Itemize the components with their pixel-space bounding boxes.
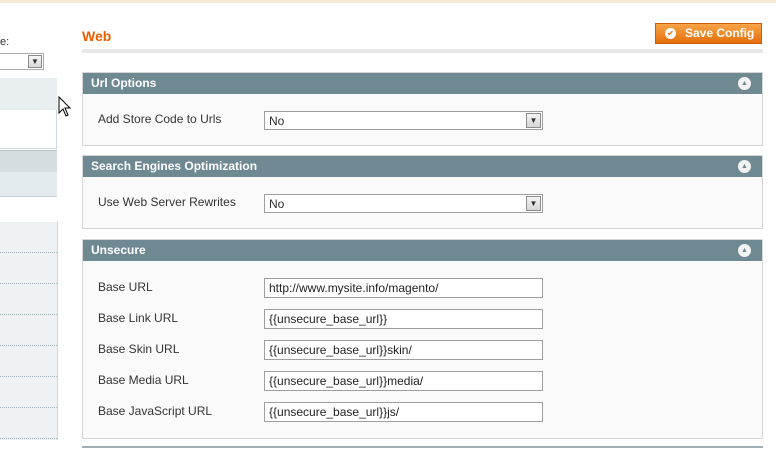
- web-server-rewrites-value: No: [269, 197, 285, 211]
- sidebar-tab[interactable]: [0, 150, 57, 173]
- save-config-button[interactable]: ✔ Save Config: [655, 23, 762, 44]
- check-icon: ✔: [665, 28, 676, 39]
- section-header-seo[interactable]: Search Engines Optimization ▲: [83, 156, 762, 177]
- chevron-down-icon: ▼: [526, 113, 541, 128]
- sidebar-item[interactable]: [0, 253, 57, 284]
- add-store-code-label: Add Store Code to Urls: [98, 112, 222, 126]
- sidebar-item[interactable]: [0, 222, 57, 253]
- sidebar-item[interactable]: [0, 346, 57, 377]
- sidebar-item[interactable]: [0, 284, 57, 315]
- base-url-label: Base URL: [98, 280, 153, 294]
- base-javascript-url-input[interactable]: [264, 402, 543, 422]
- collapse-icon[interactable]: ▲: [738, 77, 751, 90]
- chevron-down-icon: ▼: [28, 55, 42, 68]
- section-title: Url Options: [91, 76, 157, 90]
- sidebar: e: ▼: [0, 0, 60, 450]
- bottom-divider: [82, 446, 763, 448]
- save-config-label: Save Config: [685, 26, 755, 40]
- add-store-code-select[interactable]: No ▼: [264, 111, 543, 130]
- base-skin-url-label: Base Skin URL: [98, 342, 180, 356]
- section-header-unsecure[interactable]: Unsecure ▲: [83, 240, 762, 261]
- section-unsecure: Unsecure ▲ Base URL Base Link URL Base S…: [82, 239, 763, 439]
- mouse-cursor-icon: [58, 96, 72, 117]
- section-header-url-options[interactable]: Url Options ▲: [83, 73, 762, 94]
- title-divider: [82, 49, 763, 53]
- sidebar-item[interactable]: [0, 377, 57, 408]
- base-link-url-label: Base Link URL: [98, 311, 179, 325]
- collapse-icon[interactable]: ▲: [738, 160, 751, 173]
- section-title: Unsecure: [91, 243, 146, 257]
- section-title: Search Engines Optimization: [91, 159, 258, 173]
- base-url-input[interactable]: [264, 278, 543, 298]
- base-media-url-label: Base Media URL: [98, 373, 189, 387]
- add-store-code-value: No: [269, 114, 285, 128]
- sidebar-box: [0, 110, 57, 149]
- base-skin-url-input[interactable]: [264, 340, 543, 360]
- base-javascript-url-label: Base JavaScript URL: [98, 404, 213, 418]
- sidebar-panel: [0, 78, 57, 111]
- web-server-rewrites-label: Use Web Server Rewrites: [98, 195, 236, 209]
- sidebar-item[interactable]: [0, 408, 57, 439]
- base-link-url-input[interactable]: [264, 309, 543, 329]
- sidebar-list: [0, 222, 58, 440]
- page-title: Web: [82, 28, 112, 44]
- scope-select[interactable]: ▼: [0, 53, 44, 70]
- section-url-options: Url Options ▲ Add Store Code to Urls No …: [82, 72, 763, 146]
- section-seo: Search Engines Optimization ▲ Use Web Se…: [82, 155, 763, 229]
- sidebar-item[interactable]: [0, 315, 57, 346]
- sidebar-tab-secondary[interactable]: [0, 172, 57, 197]
- scope-label: e:: [0, 36, 10, 48]
- chevron-down-icon: ▼: [526, 196, 541, 211]
- top-border: [0, 0, 776, 3]
- web-server-rewrites-select[interactable]: No ▼: [264, 194, 543, 213]
- base-media-url-input[interactable]: [264, 371, 543, 391]
- collapse-icon[interactable]: ▲: [738, 244, 751, 257]
